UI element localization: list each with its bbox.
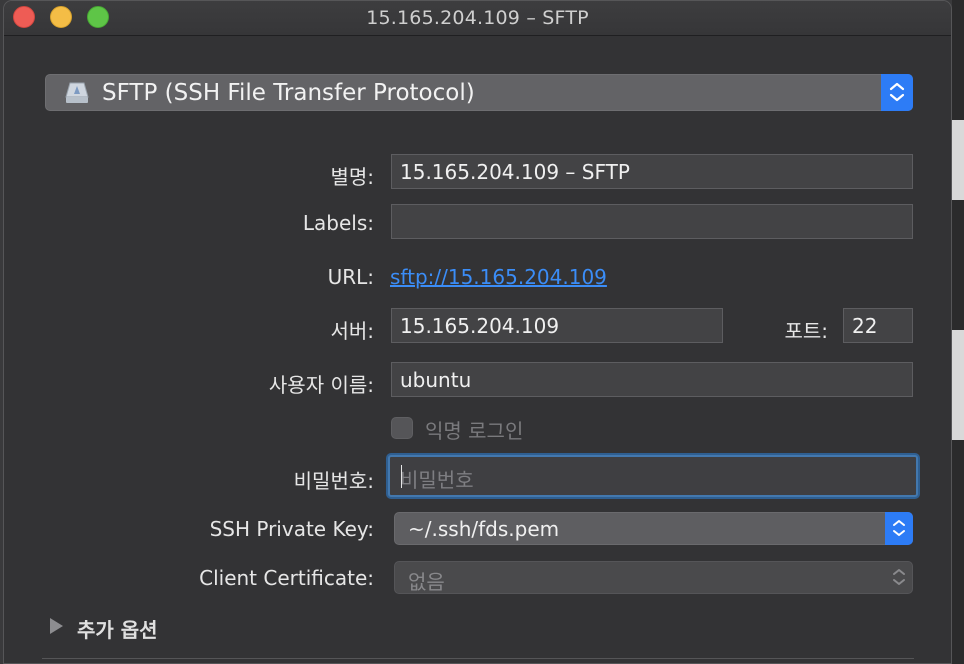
ssh-private-key-value: ~/.ssh/fds.pem <box>408 517 560 541</box>
port-label: 포트: <box>784 319 828 343</box>
background-edge <box>952 0 964 664</box>
ssh-private-key-label: SSH Private Key: <box>209 517 374 541</box>
drive-icon <box>65 82 89 103</box>
client-certificate-select[interactable]: 없음 <box>394 561 913 594</box>
labels-field[interactable] <box>391 204 913 239</box>
nickname-label: 별명: <box>330 165 374 189</box>
labels-label: Labels: <box>302 211 374 235</box>
window-title: 15.165.204.109 – SFTP <box>366 7 589 29</box>
protocol-chevron-icon[interactable] <box>881 74 913 111</box>
protocol-select[interactable]: SFTP (SSH File Transfer Protocol) <box>45 74 913 111</box>
disclosure-triangle-icon[interactable] <box>50 618 63 634</box>
password-field[interactable]: 비밀번호 <box>388 455 918 497</box>
nickname-field[interactable]: 15.165.204.109 – SFTP <box>391 154 913 189</box>
protocol-select-value: SFTP (SSH File Transfer Protocol) <box>102 80 475 106</box>
port-field[interactable]: 22 <box>843 308 913 343</box>
anonymous-login-checkbox[interactable] <box>391 417 413 439</box>
server-field[interactable]: 15.165.204.109 <box>391 308 723 343</box>
password-placeholder: 비밀번호 <box>400 468 474 492</box>
username-field[interactable]: ubuntu <box>391 362 913 397</box>
text-caret <box>401 465 402 488</box>
anonymous-login-label: 익명 로그인 <box>425 419 524 443</box>
client-certificate-value: 없음 <box>408 570 445 594</box>
ssh-key-chevron-icon[interactable] <box>885 512 913 545</box>
client-cert-chevron-icon <box>885 561 913 594</box>
url-label: URL: <box>327 265 374 289</box>
url-link[interactable]: sftp://15.165.204.109 <box>390 265 607 289</box>
ssh-private-key-select[interactable]: ~/.ssh/fds.pem <box>394 512 913 545</box>
divider <box>42 658 914 659</box>
sftp-bookmark-window: 15.165.204.109 – SFTP SFTP (SSH File Tra… <box>3 0 952 664</box>
password-label: 비밀번호: <box>293 469 374 493</box>
client-certificate-label: Client Certificate: <box>199 566 374 590</box>
username-label: 사용자 이름: <box>268 373 374 397</box>
title-bar[interactable]: 15.165.204.109 – SFTP <box>4 1 951 36</box>
server-label: 서버: <box>330 319 374 343</box>
more-options-label: 추가 옵션 <box>77 618 158 642</box>
